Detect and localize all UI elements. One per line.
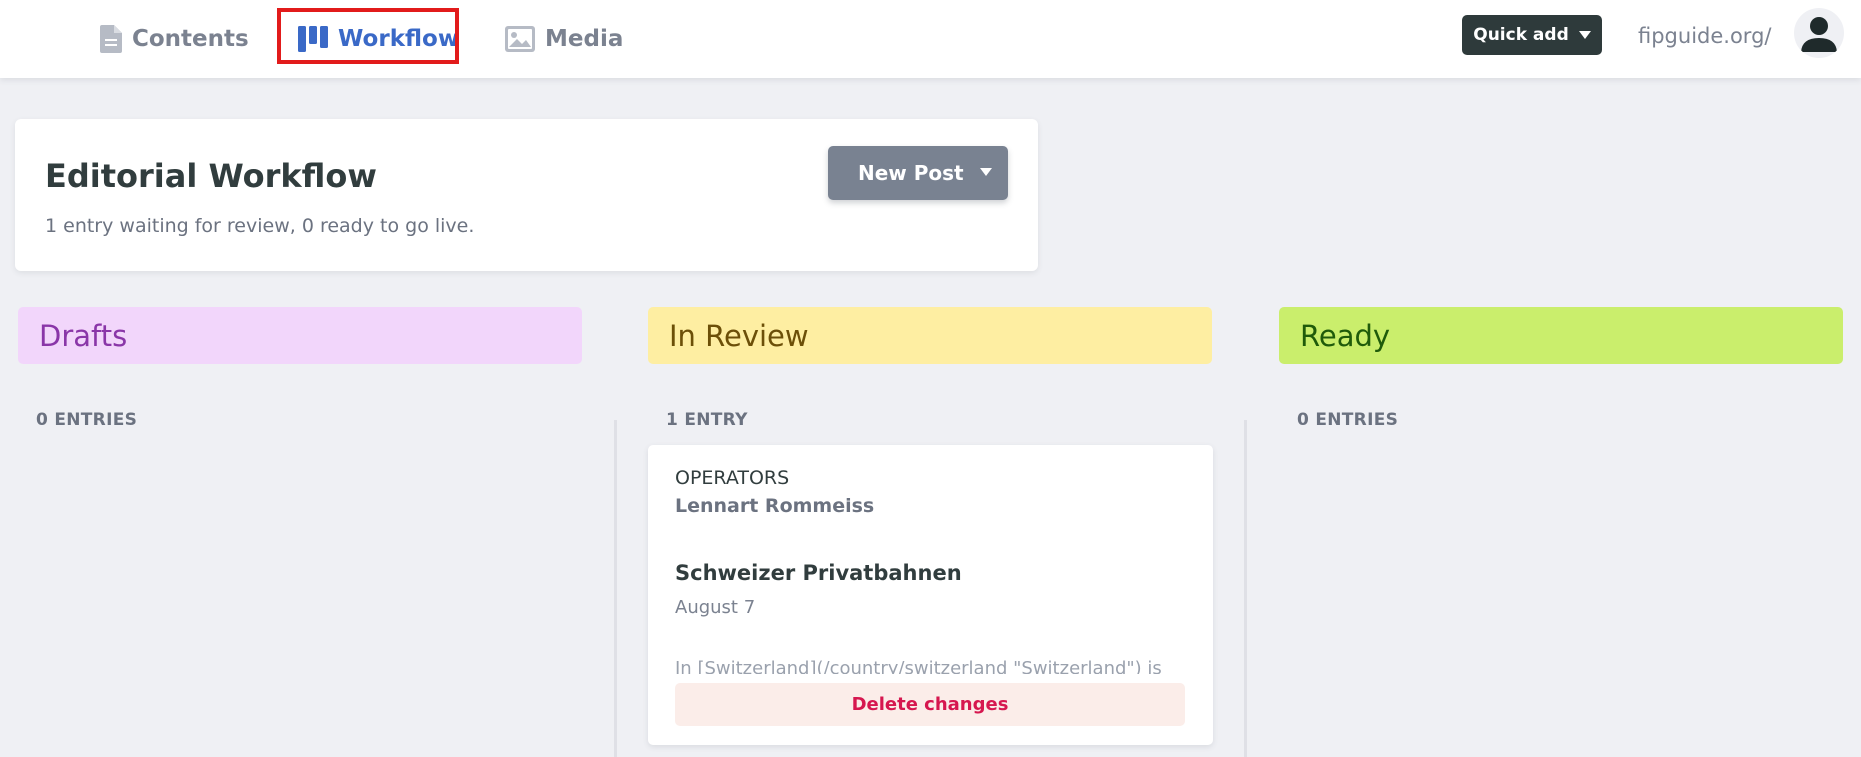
column-header-in-review: In Review xyxy=(648,307,1212,364)
user-avatar-icon[interactable] xyxy=(1794,8,1844,58)
nav-contents-label: Contents xyxy=(132,26,249,52)
column-divider xyxy=(1244,420,1247,757)
top-navigation-bar: Contents Workflow Media Quick add fipgui… xyxy=(0,0,1861,78)
column-divider xyxy=(614,420,617,757)
delete-changes-button[interactable]: Delete changes xyxy=(675,683,1185,726)
new-post-button[interactable]: New Post xyxy=(828,146,1008,200)
column-count-ready: 0 ENTRIES xyxy=(1297,410,1399,430)
entry-title: Schweizer Privatbahnen xyxy=(675,561,962,585)
column-count-drafts: 0 ENTRIES xyxy=(36,410,138,430)
entry-date: August 7 xyxy=(675,597,756,618)
quick-add-button[interactable]: Quick add xyxy=(1462,15,1602,55)
column-header-ready: Ready xyxy=(1279,307,1843,364)
nav-contents[interactable]: Contents xyxy=(100,0,249,78)
entry-excerpt: In [Switzerland](/country/switzerland "S… xyxy=(675,658,1162,674)
page-subtitle: 1 entry waiting for review, 0 ready to g… xyxy=(45,215,475,237)
entry-card[interactable]: OPERATORS Lennart Rommeiss Schweizer Pri… xyxy=(648,445,1213,745)
column-header-drafts: Drafts xyxy=(18,307,582,364)
workflow-header-card: Editorial Workflow 1 entry waiting for r… xyxy=(15,119,1038,271)
kanban-icon xyxy=(298,26,328,52)
document-icon xyxy=(100,25,122,53)
nav-media[interactable]: Media xyxy=(505,0,623,78)
chevron-down-icon[interactable] xyxy=(980,168,992,176)
column-count-in-review: 1 ENTRY xyxy=(666,410,748,430)
entry-excerpt-clip: In [Switzerland](/country/switzerland "S… xyxy=(675,650,1185,674)
site-url-link[interactable]: fipguide.org/ xyxy=(1638,0,1771,72)
new-post-label: New Post xyxy=(858,161,964,185)
entry-collection: OPERATORS xyxy=(675,467,790,489)
entry-author: Lennart Rommeiss xyxy=(675,495,875,517)
nav-workflow[interactable]: Workflow xyxy=(298,0,459,78)
nav-media-label: Media xyxy=(545,26,624,52)
nav-workflow-label: Workflow xyxy=(338,26,460,52)
quick-add-label: Quick add xyxy=(1473,25,1569,45)
chevron-down-icon xyxy=(1578,31,1591,39)
page-title: Editorial Workflow xyxy=(45,157,377,195)
image-icon xyxy=(505,26,535,52)
